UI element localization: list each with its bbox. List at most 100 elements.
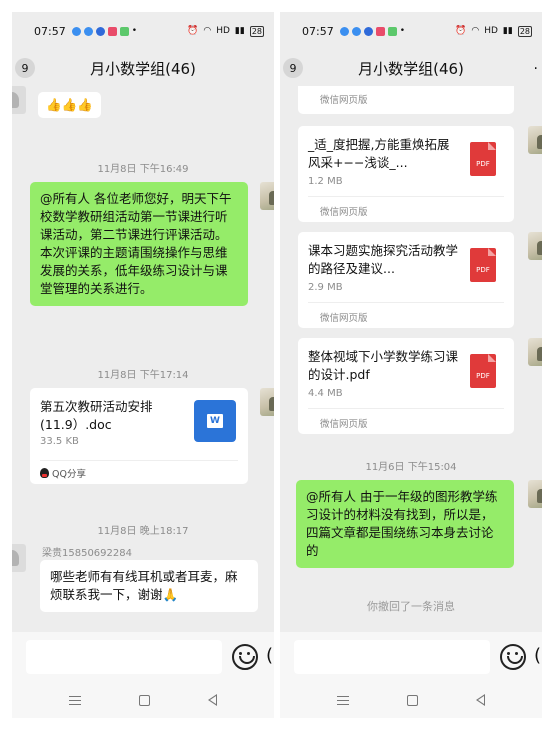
timestamp: 11月6日 下午15:04 <box>365 462 457 473</box>
timestamp: 11月8日 晚上18:17 <box>97 526 189 537</box>
system-nav-bar <box>12 682 274 718</box>
back-button[interactable]: 9 <box>15 58 35 78</box>
chat-title: 月小数学组(46) <box>358 59 464 78</box>
avatar[interactable] <box>12 86 26 114</box>
message-input[interactable] <box>294 640 490 674</box>
status-time: 07:57 <box>34 24 66 38</box>
avatar[interactable] <box>528 338 542 366</box>
dot-icon: • <box>131 26 138 36</box>
qq-icon <box>40 468 49 478</box>
wechat-notification-icon <box>119 26 129 36</box>
plus-button[interactable]: ( <box>266 645 273 666</box>
home-icon[interactable] <box>139 694 150 706</box>
hd-icon: HD <box>484 26 498 36</box>
more-icon[interactable]: · <box>534 61 538 77</box>
divider <box>308 302 504 303</box>
file-name: 课本习题实施探究活动教学的路径及建议... <box>308 243 459 276</box>
back-triangle-icon[interactable] <box>208 694 217 706</box>
voice-button[interactable]: ) <box>12 645 26 669</box>
send-notification-icon <box>363 26 373 36</box>
app-notification-icon <box>375 26 385 36</box>
file-name: _适_度把握,方能重焕拓展风采+−−浅谈_... <box>308 137 450 170</box>
chat-screen-right: 07:57 • ⏰ ◠ HD ▮▮ 28 9 月小数学组(46) · 微信网页版… <box>280 12 542 718</box>
chat-header: 9 月小数学组(46) <box>12 50 274 86</box>
message-notification-icon <box>83 26 93 36</box>
input-bar: ) ( <box>280 632 542 682</box>
announcement-message[interactable]: @所有人 各位老师您好，明天下午校数学教研组活动第一节课进行听课活动，第二节课进… <box>30 182 248 306</box>
avatar[interactable] <box>528 232 542 260</box>
pdf-icon: PDF <box>470 248 496 282</box>
system-nav-bar <box>280 682 542 718</box>
file-source: 微信网页版 <box>320 95 368 106</box>
back-button[interactable]: 9 <box>283 58 303 78</box>
signal-icon: ▮▮ <box>234 26 245 36</box>
emoji-icon[interactable] <box>500 644 526 670</box>
file-size: 1.2 MB <box>308 176 343 187</box>
message-input[interactable] <box>26 640 222 674</box>
file-source: 微信网页版 <box>320 207 368 218</box>
file-name: 第五次教研活动安排(11.9）.doc <box>40 399 153 432</box>
pdf-icon: PDF <box>470 354 496 388</box>
file-message-doc[interactable]: 第五次教研活动安排(11.9）.doc 33.5 KB W QQ分享 <box>30 388 248 484</box>
alarm-icon: ⏰ <box>187 26 199 36</box>
timestamp: 11月8日 下午17:14 <box>97 370 189 381</box>
file-source-label: QQ分享 <box>52 469 86 480</box>
file-source: QQ分享 <box>40 466 86 480</box>
file-size: 33.5 KB <box>40 436 79 447</box>
avatar[interactable] <box>12 544 26 572</box>
wifi-icon: ◠ <box>203 26 212 36</box>
menu-icon[interactable] <box>337 695 349 705</box>
pdf-icon: PDF <box>470 142 496 176</box>
divider <box>308 408 504 409</box>
send-notification-icon <box>95 26 105 36</box>
avatar[interactable] <box>528 126 542 154</box>
file-name: 整体视域下小学数学练习课的设计.pdf <box>308 349 459 382</box>
word-icon: W <box>194 400 236 442</box>
divider <box>308 196 504 197</box>
word-label: W <box>207 414 223 428</box>
qq-notification-icon <box>71 26 81 36</box>
file-message-partial[interactable]: 微信网页版 <box>298 86 514 114</box>
message-notification-icon <box>351 26 361 36</box>
sender-name: 梁贵15850692284 <box>42 548 132 559</box>
hd-icon: HD <box>216 26 230 36</box>
chat-title: 月小数学组(46) <box>90 59 196 78</box>
plus-button[interactable]: ( <box>534 645 541 666</box>
menu-icon[interactable] <box>69 695 81 705</box>
avatar[interactable] <box>260 182 274 210</box>
message-list[interactable]: 微信网页版 _适_度把握,方能重焕拓展风采+−−浅谈_... 1.2 MB PD… <box>280 86 542 632</box>
status-right: ⏰ ◠ HD ▮▮ 28 <box>455 25 532 37</box>
emoji-icon[interactable] <box>232 644 258 670</box>
divider <box>40 460 238 461</box>
question-message[interactable]: 哪些老师有有线耳机或者耳麦，麻烦联系我一下，谢谢🙏 <box>40 560 258 612</box>
announcement-message[interactable]: @所有人 由于一年级的图形教学练习设计的材料没有找到，所以是，四篇文章都是围绕练… <box>296 480 514 568</box>
file-message-pdf[interactable]: 整体视域下小学数学练习课的设计.pdf 4.4 MB PDF 微信网页版 <box>298 338 514 434</box>
qq-notification-icon <box>339 26 349 36</box>
file-message-pdf[interactable]: 课本习题实施探究活动教学的路径及建议... 2.9 MB PDF 微信网页版 <box>298 232 514 328</box>
battery-icon: 28 <box>249 25 264 37</box>
message-list[interactable]: 👍👍👍 11月8日 下午16:49 @所有人 各位老师您好，明天下午校数学教研组… <box>12 86 274 632</box>
timestamp: 11月8日 下午16:49 <box>97 164 189 175</box>
file-size: 4.4 MB <box>308 388 343 399</box>
status-right: ⏰ ◠ HD ▮▮ 28 <box>187 25 264 37</box>
emoji-message[interactable]: 👍👍👍 <box>38 92 101 118</box>
alarm-icon: ⏰ <box>455 26 467 36</box>
voice-button[interactable]: ) <box>280 645 294 669</box>
recall-notice: 你撤回了一条消息 <box>367 600 455 613</box>
avatar[interactable] <box>260 388 274 416</box>
back-triangle-icon[interactable] <box>476 694 485 706</box>
status-time: 07:57 <box>302 24 334 38</box>
file-message-pdf[interactable]: _适_度把握,方能重焕拓展风采+−−浅谈_... 1.2 MB PDF 微信网页… <box>298 126 514 222</box>
chat-header: 9 月小数学组(46) · <box>280 50 542 86</box>
battery-icon: 28 <box>517 25 532 37</box>
home-icon[interactable] <box>407 694 418 706</box>
status-bar: 07:57 • ⏰ ◠ HD ▮▮ 28 <box>12 12 274 50</box>
signal-icon: ▮▮ <box>502 26 513 36</box>
file-source: 微信网页版 <box>320 419 368 430</box>
avatar[interactable] <box>528 480 542 508</box>
wechat-notification-icon <box>387 26 397 36</box>
app-notification-icon <box>107 26 117 36</box>
input-bar: ) ( <box>12 632 274 682</box>
file-source: 微信网页版 <box>320 313 368 324</box>
status-bar: 07:57 • ⏰ ◠ HD ▮▮ 28 <box>280 12 542 50</box>
